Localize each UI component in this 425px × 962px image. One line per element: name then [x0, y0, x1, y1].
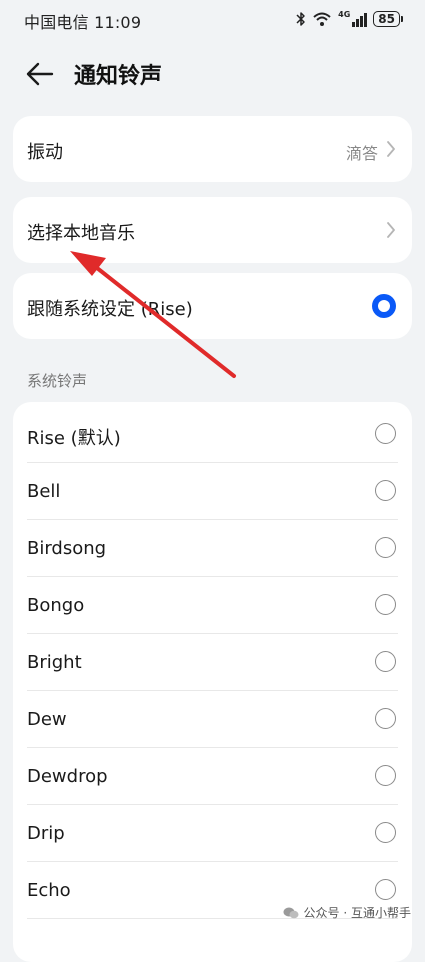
radio-selected-icon[interactable]: [372, 294, 396, 318]
chevron-right-icon: [387, 141, 395, 157]
wechat-icon: [283, 907, 299, 918]
list-item[interactable]: Birdsong: [13, 520, 412, 577]
ringtone-label: Drip: [27, 823, 65, 844]
carrier-time: 中国电信 11:09: [24, 13, 142, 32]
list-item[interactable]: Dewdrop: [13, 748, 412, 805]
section-title: 系统铃声: [27, 372, 88, 390]
radio-unselected-icon[interactable]: [375, 480, 396, 501]
ringtone-label: Birdsong: [27, 538, 107, 559]
local-music-label: 选择本地音乐: [27, 223, 135, 244]
vibration-row[interactable]: 振动 滴答: [13, 116, 412, 182]
radio-unselected-icon[interactable]: [375, 423, 396, 444]
ringtone-label: Dewdrop: [27, 766, 108, 787]
vibration-value: 滴答: [345, 144, 378, 163]
follow-system-label: 跟随系统设定 (Rise): [27, 299, 193, 320]
page-title: 通知铃声: [74, 64, 163, 89]
header: 通知铃声: [0, 50, 425, 98]
ringtone-label: Bell: [27, 481, 61, 502]
signal-icon: 4G: [338, 10, 368, 27]
radio-unselected-icon[interactable]: [375, 651, 396, 672]
radio-unselected-icon[interactable]: [375, 822, 396, 843]
status-bar: 中国电信 11:09 4G 85: [0, 0, 425, 38]
local-music-row[interactable]: 选择本地音乐: [13, 197, 412, 263]
list-item[interactable]: Dew: [13, 691, 412, 748]
back-arrow-icon[interactable]: [24, 60, 56, 88]
ringtone-label: Rise (默认): [27, 428, 121, 449]
radio-unselected-icon[interactable]: [375, 594, 396, 615]
ringtone-label: Dew: [27, 709, 67, 730]
radio-unselected-icon[interactable]: [375, 879, 396, 900]
radio-unselected-icon[interactable]: [375, 537, 396, 558]
bluetooth-icon: [296, 12, 305, 26]
watermark: 公众号 · 互通小帮手: [283, 904, 411, 921]
list-item[interactable]: Bell: [13, 463, 412, 520]
vibration-label: 振动: [27, 142, 63, 163]
ringtone-label: Bongo: [27, 595, 85, 616]
list-item[interactable]: Bongo: [13, 577, 412, 634]
radio-unselected-icon[interactable]: [375, 708, 396, 729]
list-item[interactable]: Drip: [13, 805, 412, 862]
ringtone-label: Echo: [27, 880, 71, 901]
battery-icon: 85: [373, 11, 403, 27]
radio-unselected-icon[interactable]: [375, 765, 396, 786]
chevron-right-icon: [387, 222, 395, 238]
follow-system-row[interactable]: 跟随系统设定 (Rise): [13, 273, 412, 339]
list-item[interactable]: Rise (默认): [13, 406, 412, 463]
wifi-icon: [313, 12, 331, 26]
list-item[interactable]: Bright: [13, 634, 412, 691]
ringtone-list: Rise (默认) Bell Birdsong Bongo Bright Dew…: [13, 402, 412, 962]
status-icons: 4G 85: [296, 9, 403, 29]
network-type: 4G: [338, 10, 351, 19]
ringtone-label: Bright: [27, 652, 82, 673]
watermark-text: 公众号 · 互通小帮手: [303, 906, 411, 920]
